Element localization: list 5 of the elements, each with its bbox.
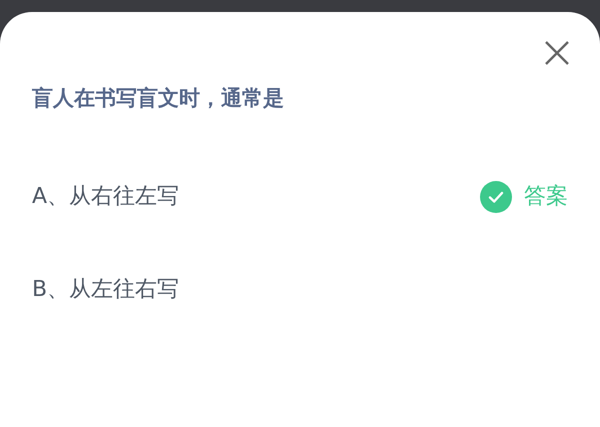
option-text[interactable]: B、从左往右写 <box>32 275 180 305</box>
question-text: 盲人在书写盲文时，通常是 <box>32 85 285 112</box>
answer-label: 答案 <box>524 183 568 211</box>
close-button[interactable] <box>544 40 570 66</box>
option-text[interactable]: A、从右往左写 <box>32 182 180 212</box>
